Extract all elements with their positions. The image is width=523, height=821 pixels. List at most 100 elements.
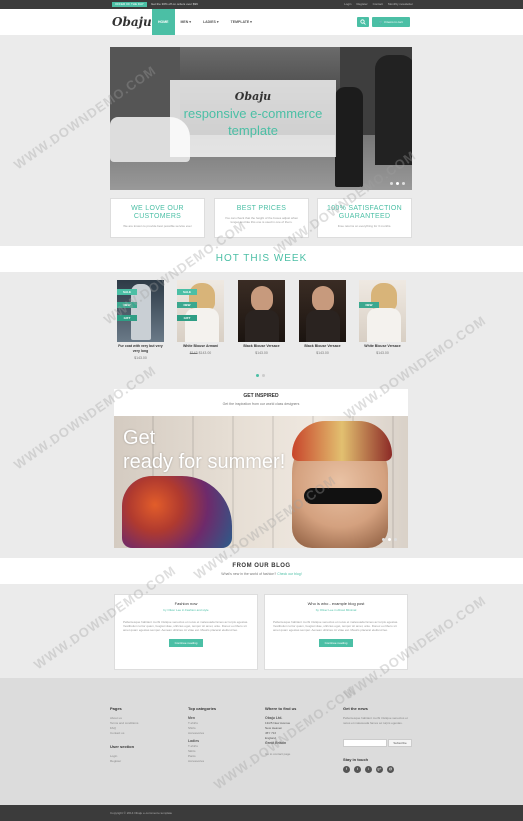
product-figure [312, 286, 334, 312]
hot-section-header: HOT THIS WEEK [0, 246, 523, 272]
product-image[interactable] [238, 280, 285, 342]
feature-title: WE LOVE OUR CUSTOMERS [131, 205, 184, 220]
nav-ladies[interactable]: LADIES ▾ [197, 9, 225, 35]
instagram-icon[interactable]: i [365, 766, 372, 773]
contact-page-link[interactable]: Go to contact page [265, 752, 335, 757]
slider-dot[interactable] [394, 538, 397, 541]
nav-template[interactable]: TEMPLATE ▾ [225, 9, 258, 35]
search-button[interactable] [357, 17, 369, 27]
carousel-dot[interactable] [262, 374, 265, 377]
carousel-dot[interactable] [256, 374, 259, 377]
post-excerpt: Pellentesque habitant morbi tristique se… [273, 620, 399, 632]
footer-find-us: Where to find us Obaju Ltd. 13/25 New Av… [265, 706, 335, 757]
continue-reading-button[interactable]: Continue reading [168, 639, 204, 647]
footer-link[interactable]: Accessories [188, 759, 258, 764]
banner-dots[interactable] [382, 538, 397, 541]
blog-subtitle-text: What's new in the world of fashion? [221, 572, 277, 576]
hero-walker [335, 87, 363, 187]
product-image[interactable]: SALE NEW GIFT [117, 280, 164, 342]
slider-dot[interactable] [388, 538, 391, 541]
product-name[interactable]: Fur coat with very but very very long [117, 344, 164, 354]
footer-categories-title: Top categories [188, 706, 217, 711]
product-price: $143 $143.00 [177, 351, 224, 355]
product-name[interactable]: Black Blouse Versace [299, 344, 346, 349]
product-card[interactable]: Black Blouse Versace $143.00 [299, 280, 346, 355]
offer-badge[interactable]: OFFER OF THE DAY [112, 2, 147, 7]
product-image[interactable] [299, 280, 346, 342]
facebook-icon[interactable]: f [343, 766, 350, 773]
subscribe-button[interactable]: Subscribe [388, 739, 412, 747]
blog-title: FROM OUR BLOG [232, 563, 291, 569]
hero-slider-dots[interactable] [390, 182, 405, 185]
product-price: $143.00 [255, 351, 268, 355]
blog-subtitle: What's new in the world of fashion? Chec… [0, 572, 523, 576]
product-figure [185, 308, 219, 342]
footer-link[interactable]: Accessories [188, 731, 258, 736]
email-icon[interactable]: @ [387, 766, 394, 773]
inspired-title: GET INSPIRED [243, 393, 279, 399]
register-link[interactable]: Register [356, 2, 367, 7]
cart-icon: 🛒 [379, 20, 384, 24]
post-meta[interactable]: by Oliver Lee in Fashion and style [115, 608, 257, 612]
nav-home[interactable]: HOME [152, 9, 175, 35]
newsletter-email-input[interactable] [343, 739, 387, 747]
product-figure [245, 310, 279, 342]
cart-label: 3 items in cart [383, 20, 403, 24]
hero-logo: Obaju [234, 90, 272, 103]
product-card[interactable]: NEW White Blouse Versace $143.00 [359, 280, 406, 355]
logo[interactable]: Obaju [112, 15, 152, 29]
slider-dot[interactable] [390, 182, 393, 185]
inspired-banner[interactable]: Get ready for summer! [114, 416, 408, 548]
product-name[interactable]: White Blouse Versace [359, 344, 406, 349]
offer-text: Get the 30% off on orders over $99 [151, 2, 198, 6]
banner-text-line-1: Get [123, 427, 156, 449]
product-card[interactable]: Black Blouse Versace $143.00 [238, 280, 285, 355]
google-plus-icon[interactable]: g+ [376, 766, 383, 773]
feature-box: BEST PRICES You can check that the heigh… [214, 198, 309, 238]
footer-news-title: Get the news [343, 706, 368, 711]
post-title[interactable]: Fashion now [115, 601, 257, 606]
twitter-icon[interactable]: t [354, 766, 361, 773]
slider-dot[interactable] [382, 538, 385, 541]
hot-title: HOT THIS WEEK [215, 253, 308, 264]
feature-text: We are known to provide best possible se… [123, 224, 192, 228]
product-name[interactable]: White Blouse Armani [177, 344, 224, 349]
footer-link[interactable]: Contact us [110, 731, 180, 736]
new-badge: NEW [117, 302, 137, 308]
post-meta[interactable]: by Oliver Lee in About Minimal [265, 608, 407, 612]
product-figure [306, 310, 340, 342]
banner-sunglasses [304, 488, 382, 504]
product-price: $143.00 [316, 351, 329, 355]
blog-link[interactable]: Check our blog! [277, 572, 302, 576]
footer-link[interactable]: Register [110, 759, 180, 764]
login-link[interactable]: Login [344, 2, 351, 7]
newsletter-link[interactable]: Monthly newsletter [388, 2, 413, 7]
hero-person [375, 55, 412, 165]
hero-tagline: responsive e-commerce template [183, 106, 323, 138]
post-title[interactable]: Who is who - example blog post [265, 601, 407, 606]
main-nav: HOME MEN ▾ LADIES ▾ TEMPLATE ▾ [152, 9, 258, 35]
footer-news: Get the news Pellentesque habitant morbi… [343, 706, 413, 726]
cart-button[interactable]: 🛒 3 items in cart [372, 17, 410, 27]
product-name[interactable]: Black Blouse Versace [238, 344, 285, 349]
slider-dot[interactable] [402, 182, 405, 185]
post-excerpt: Pellentesque habitant morbi tristique se… [123, 620, 249, 632]
product-card[interactable]: SALE NEW GIFT Fur coat with very but ver… [117, 280, 164, 360]
new-badge: NEW [359, 302, 379, 308]
contact-link[interactable]: Contact [373, 2, 383, 7]
product-carousel-dots[interactable] [256, 374, 265, 377]
sale-badge: SALE [177, 289, 197, 295]
feature-box: WE LOVE OUR CUSTOMERS We are known to pr… [110, 198, 205, 238]
gift-badge: GIFT [117, 315, 137, 321]
banner-text: Get ready for summer! [123, 426, 285, 474]
blog-post: Who is who - example blog post by Oliver… [264, 594, 408, 670]
continue-reading-button[interactable]: Continue reading [318, 639, 354, 647]
bottom-bar: Copyright © 2014 Obaju e-commerce templa… [0, 805, 523, 821]
product-image[interactable]: SALE NEW GIFT [177, 280, 224, 342]
slider-dot[interactable] [396, 182, 399, 185]
search-icon [360, 19, 366, 25]
product-card[interactable]: SALE NEW GIFT White Blouse Armani $143 $… [177, 280, 224, 355]
product-image[interactable]: NEW [359, 280, 406, 342]
nav-men[interactable]: MEN ▾ [175, 9, 198, 35]
product-price: $143.00 [376, 351, 389, 355]
